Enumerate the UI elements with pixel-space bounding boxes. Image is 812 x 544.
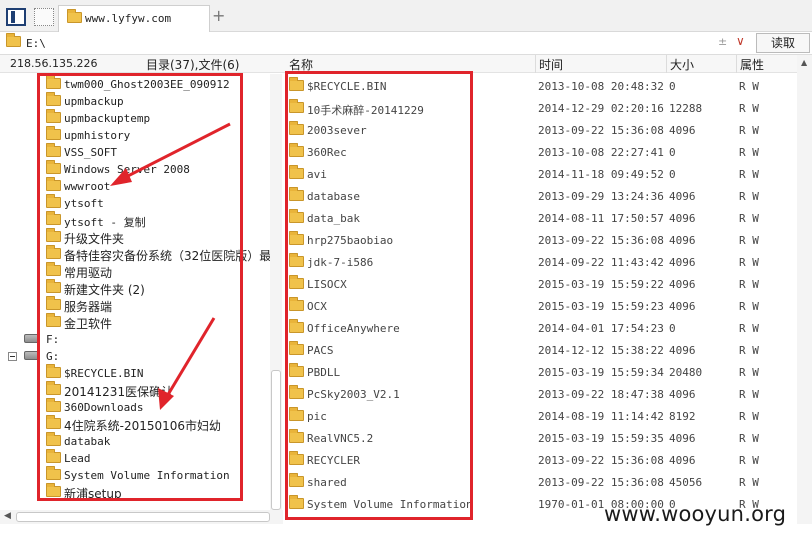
arrow-lower xyxy=(158,317,216,410)
annotation-arrows xyxy=(110,122,231,410)
watermark: www.wooyun.org xyxy=(604,502,787,526)
arrow-upper xyxy=(110,122,231,186)
